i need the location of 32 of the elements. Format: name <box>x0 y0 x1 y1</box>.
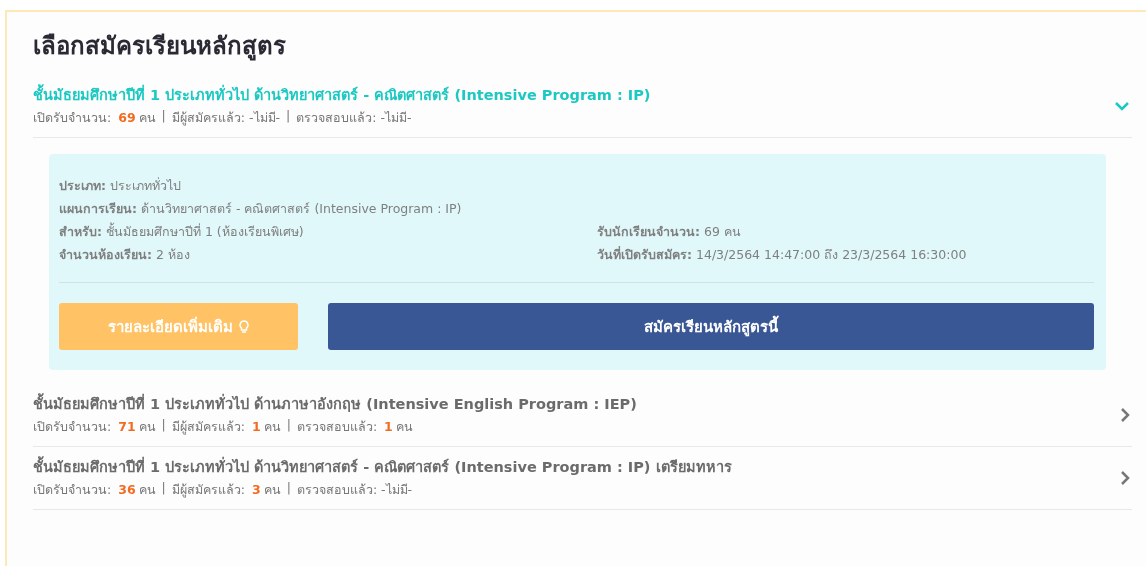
course-title: ชั้นมัธยมศึกษาปีที่ 1 ประเภททั่วไป ด้านวิทยาศาสตร์ - คณิตศาสตร์ (Intensive Program : IP) <box>33 83 651 106</box>
detail-text: แผนการเรียน: ด้านวิทยาศาสตร์ - คณิตศาสตร์ (Intensive Program : IP) <box>59 200 463 218</box>
detail-text: สำหรับ: ชั้นมัธยมศึกษาปีที่ 1 (ห้องเรียนพิเศษ) <box>59 221 305 241</box>
detail-text: วันที่เปิดรับสมัคร: 14/3/2564 14:47:00 ถึง 23/3/2564 16:30:00 <box>597 245 968 264</box>
stat-text: ตรวจสอบแล้ว: -ไม่มี- <box>296 481 413 499</box>
chevron-right-icon[interactable] <box>1120 406 1130 423</box>
stat-text: ตรวจสอบแล้ว: -ไม่มี- <box>296 109 412 127</box>
separator-text: | <box>286 108 291 125</box>
stat-text: เปิดรับจำนวน: 36 คน <box>33 481 156 499</box>
stat-text: เปิดรับจำนวน: 69 คน <box>33 109 156 127</box>
page-title: เลือกสมัครเรียนหลักสูตร <box>33 31 287 63</box>
course-item[interactable]: ชั้นมัธยมศึกษาปีที่ 1 ประเภททั่วไป ด้านภาษาอังกฤษ (Intensive English Program : IEP) เปิดรับจำนวน: 71 คน | มีผู้สมัครแล้ว: 1 คน | ตรวจสอบแล้ว: 1 คน <box>33 384 1132 447</box>
chevron-right-icon[interactable] <box>1120 469 1130 486</box>
course-item[interactable]: ชั้นมัธยมศึกษาปีที่ 1 ประเภททั่วไป ด้านวิทยาศาสตร์ - คณิตศาสตร์ (Intensive Program : IP) เตรียมทหาร เปิดรับจำนวน: 36 คน | มีผู้สมัครแล้ว: 3 คน | ตรวจสอบแล้ว: -ไม่มี- <box>33 447 1132 510</box>
separator-text: | <box>286 480 291 497</box>
course-title: ชั้นมัธยมศึกษาปีที่ 1 ประเภททั่วไป ด้านภาษาอังกฤษ (Intensive English Program : IEP) <box>33 392 637 415</box>
detail-text: ประเภท: ประเภททั่วไป <box>59 176 182 195</box>
separator-text: | <box>161 108 166 125</box>
stat-text: เปิดรับจำนวน: 71 คน <box>33 418 156 436</box>
detail-text: จำนวนห้องเรียน: 2 ห้อง <box>59 246 191 264</box>
apply-button[interactable]: สมัครเรียนหลักสูตรนี้ <box>328 303 1094 350</box>
separator-text: | <box>161 417 166 434</box>
stat-text: ตรวจสอบแล้ว: 1 คน <box>296 418 413 436</box>
stat-text: มีผู้สมัครแล้ว: 1 คน <box>171 418 281 437</box>
course-title: ชั้นมัธยมศึกษาปีที่ 1 ประเภททั่วไป ด้านวิทยาศาสตร์ - คณิตศาสตร์ (Intensive Program : IP) เตรียมทหาร <box>33 455 732 478</box>
lightbulb-icon <box>239 319 249 334</box>
course-item[interactable]: ชั้นมัธยมศึกษาปีที่ 1 ประเภททั่วไป ด้านวิทยาศาสตร์ - คณิตศาสตร์ (Intensive Program : IP) เปิดรับจำนวน: 69 คน | มีผู้สมัครแล้ว: -ไม่มี- | ตรวจสอบแล้ว: -ไม่มี- <box>33 75 1132 138</box>
stat-text: มีผู้สมัครแล้ว: -ไม่มี- <box>171 109 281 128</box>
separator-text: | <box>161 480 166 497</box>
separator-text: | <box>286 417 291 434</box>
stat-text: มีผู้สมัครแล้ว: 3 คน <box>171 481 281 500</box>
detail-text: รับนักเรียนจำนวน: 69 คน <box>597 223 742 241</box>
